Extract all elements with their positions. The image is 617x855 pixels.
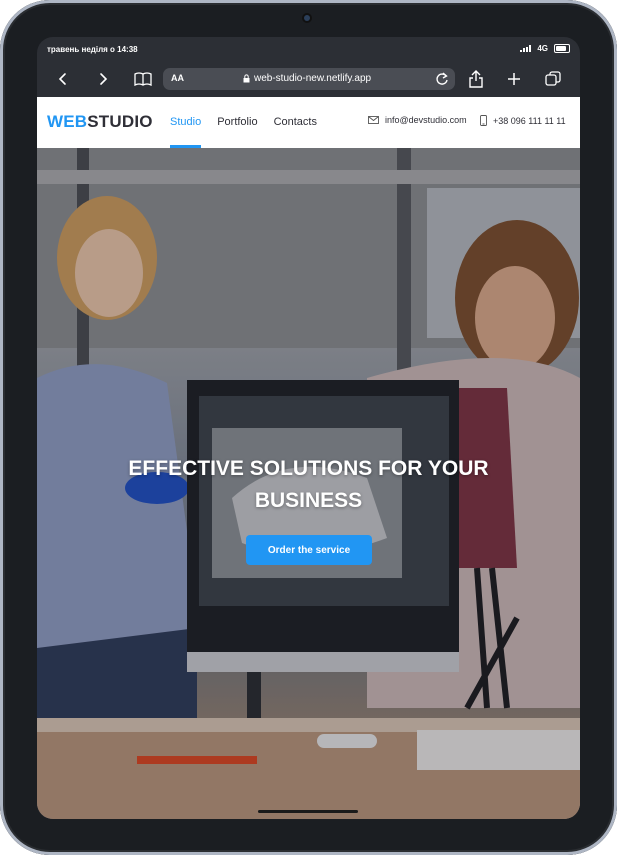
tablet-frame: травень неділя о 14:38 4G AA web-studio-… <box>0 0 617 855</box>
nav-portfolio[interactable]: Portfolio <box>217 97 257 148</box>
order-service-button[interactable]: Order the service <box>246 535 372 565</box>
tablet-screen: травень неділя о 14:38 4G AA web-studio-… <box>37 37 580 819</box>
url-text: web-studio-new.netlify.app <box>254 73 372 84</box>
main-nav: Studio Portfolio Contacts <box>170 97 317 148</box>
front-camera <box>304 15 310 21</box>
status-time: травень неділя о 14:38 <box>47 45 138 54</box>
email-text: info@devstudio.com <box>385 115 467 125</box>
phone-link[interactable]: +38 096 111 11 11 <box>480 115 566 126</box>
logo-studio: STUDIO <box>87 112 153 131</box>
status-bar: травень неділя о 14:38 4G <box>37 37 580 61</box>
forward-icon[interactable] <box>91 67 115 91</box>
url-display[interactable]: web-studio-new.netlify.app <box>243 73 371 84</box>
share-icon[interactable] <box>464 67 488 91</box>
nav-studio[interactable]: Studio <box>170 97 202 148</box>
back-icon[interactable] <box>51 67 75 91</box>
network-label: 4G <box>537 44 548 53</box>
nav-contacts[interactable]: Contacts <box>274 97 317 148</box>
address-bar[interactable]: AA web-studio-new.netlify.app <box>163 68 455 90</box>
bookmarks-icon[interactable] <box>131 67 155 91</box>
site-header: WEBSTUDIO Studio Portfolio Contacts info… <box>37 97 580 149</box>
logo-web: WEB <box>47 112 88 131</box>
lock-icon <box>243 74 250 83</box>
hero-title: EFFECTIVE SOLUTIONS FOR YOUR BUSINESS <box>128 457 489 512</box>
phone-text: +38 096 111 11 11 <box>493 115 566 126</box>
reload-icon[interactable] <box>435 71 449 92</box>
text-size-button[interactable]: AA <box>171 73 184 83</box>
tabs-icon[interactable] <box>541 67 565 91</box>
hero-section: EFFECTIVE SOLUTIONS FOR YOUR BUSINESS Or… <box>37 148 580 819</box>
signal-icon <box>520 45 532 52</box>
phone-icon <box>480 115 487 126</box>
status-indicators: 4G <box>520 44 570 53</box>
site-logo[interactable]: WEBSTUDIO <box>47 112 153 132</box>
mail-icon <box>368 116 379 124</box>
home-indicator <box>258 810 358 813</box>
email-link[interactable]: info@devstudio.com <box>368 115 467 125</box>
new-tab-icon[interactable] <box>502 67 526 91</box>
browser-toolbar: AA web-studio-new.netlify.app <box>37 61 580 97</box>
battery-icon <box>554 44 570 53</box>
